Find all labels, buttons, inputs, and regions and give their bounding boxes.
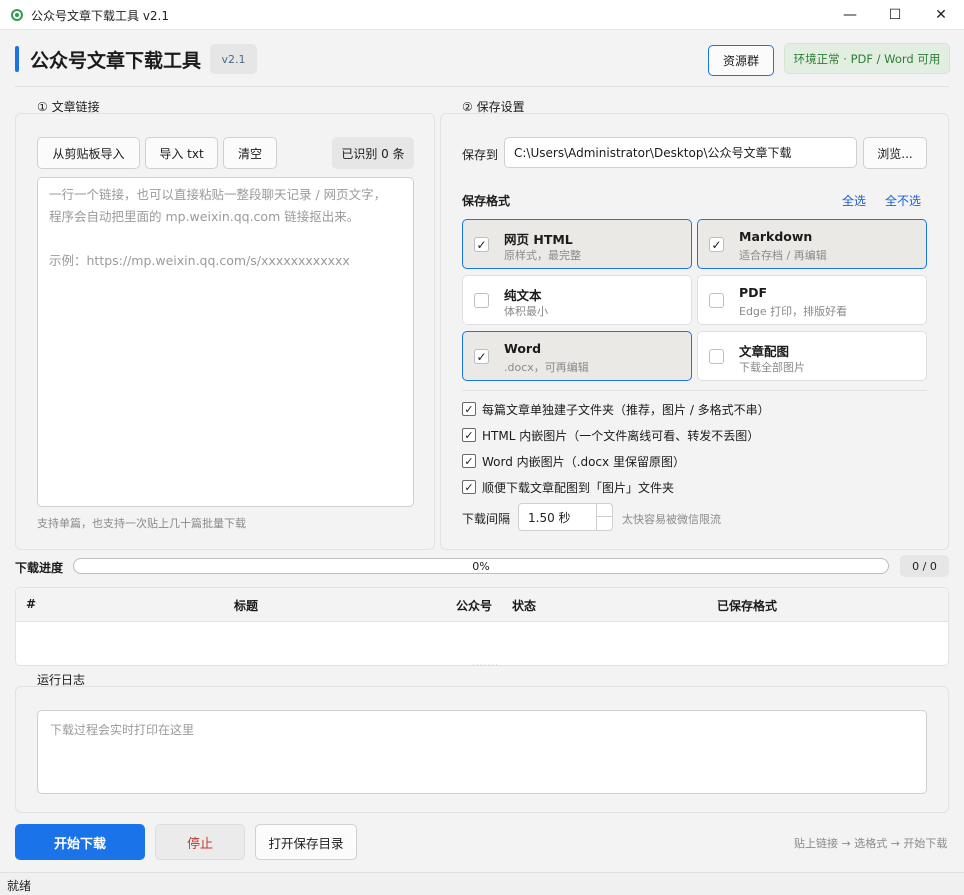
format-checkbox[interactable]: ✓ [474, 237, 489, 252]
interval-hint: 太快容易被微信限流 [622, 513, 721, 526]
format-name: 网页 HTML [504, 232, 573, 247]
page-title: 公众号文章下载工具 [30, 50, 202, 72]
title-accent-bar [15, 46, 19, 72]
spin-up-arrow[interactable] [597, 504, 612, 517]
format-checkbox[interactable] [709, 349, 724, 364]
format-name: Word [504, 341, 542, 356]
links-hint: 支持单篇，也支持一次贴上几十篇批量下载 [37, 517, 246, 530]
interval-spinbox[interactable]: 1.50 秒 [518, 503, 613, 531]
option-checkbox[interactable]: ✓ [462, 454, 476, 468]
minimize-button[interactable]: — [827, 0, 873, 30]
format-desc: 体积最小 [504, 305, 548, 318]
progress-percent: 0% [472, 559, 490, 573]
format-card-word[interactable]: ✓ Word .docx，可再编辑 [462, 331, 692, 381]
format-desc: 适合存档 / 再编辑 [739, 249, 827, 262]
option-label: 顺便下载文章配图到「图片」文件夹 [482, 480, 675, 495]
progress-count: 0 / 0 [900, 555, 949, 577]
browse-button[interactable]: 浏览... [863, 137, 927, 169]
option-word-embed[interactable]: ✓ Word 内嵌图片（.docx 里保留原图） [462, 453, 685, 469]
stop-button[interactable]: 停止 [155, 824, 245, 860]
option-label: Word 内嵌图片（.docx 里保留原图） [482, 454, 685, 469]
option-subfolder[interactable]: ✓ 每篇文章单独建子文件夹（推荐，图片 / 多格式不串） [462, 401, 770, 417]
app-logo-icon [11, 9, 23, 21]
column-header-title[interactable]: 标题 [234, 597, 258, 614]
select-none-link[interactable]: 全不选 [885, 192, 921, 209]
format-card-html[interactable]: ✓ 网页 HTML 原样式，最完整 [462, 219, 692, 269]
progress-label: 下载进度 [15, 561, 64, 575]
env-status-badge: 环境正常 · PDF / Word 可用 [784, 43, 950, 74]
format-desc: 下载全部图片 [739, 361, 805, 374]
column-header-account[interactable]: 公众号 [456, 597, 492, 614]
flow-hint: 贴上链接 → 选格式 → 开始下载 [794, 837, 948, 850]
option-checkbox[interactable]: ✓ [462, 428, 476, 442]
option-label: 每篇文章单独建子文件夹（推荐，图片 / 多格式不串） [482, 402, 770, 417]
format-name: 文章配图 [739, 344, 790, 359]
format-name: PDF [739, 285, 768, 300]
format-card-pdf[interactable]: PDF Edge 打印，排版好看 [697, 275, 927, 325]
format-checkbox[interactable] [709, 293, 724, 308]
links-textarea[interactable]: 一行一个链接，也可以直接粘贴一整段聊天记录 / 网页文字， 程序会自动把里面的 … [37, 177, 414, 507]
maximize-button[interactable]: ☐ [872, 0, 918, 30]
header-divider [15, 86, 949, 87]
format-card-text[interactable]: 纯文本 体积最小 [462, 275, 692, 325]
save-to-label: 保存到 [462, 148, 499, 162]
format-name: Markdown [739, 229, 813, 244]
table-resize-handle[interactable]: ······· [472, 661, 499, 671]
format-name: 纯文本 [504, 288, 542, 303]
column-header-index[interactable]: # [26, 597, 36, 611]
option-download-images[interactable]: ✓ 顺便下载文章配图到「图片」文件夹 [462, 479, 674, 495]
clear-button[interactable]: 清空 [223, 137, 277, 169]
open-save-dir-button[interactable]: 打开保存目录 [255, 824, 357, 860]
format-checkbox[interactable]: ✓ [709, 237, 724, 252]
option-checkbox[interactable]: ✓ [462, 402, 476, 416]
formats-label: 保存格式 [462, 194, 511, 208]
log-textarea[interactable]: 下载过程会实时打印在这里 [37, 710, 927, 794]
paste-import-button[interactable]: 从剪贴板导入 [37, 137, 140, 169]
option-checkbox[interactable]: ✓ [462, 480, 476, 494]
option-label: HTML 内嵌图片（一个文件离线可看、转发不丢图） [482, 428, 760, 443]
format-card-images[interactable]: 文章配图 下载全部图片 [697, 331, 927, 381]
window-title: 公众号文章下载工具 v2.1 [31, 9, 170, 23]
articles-table[interactable]: # 标题 公众号 状态 已保存格式 [15, 587, 949, 666]
version-badge: v2.1 [210, 44, 257, 74]
import-txt-button[interactable]: 导入 txt [145, 137, 218, 169]
format-checkbox[interactable]: ✓ [474, 349, 489, 364]
format-desc: .docx，可再编辑 [504, 361, 589, 374]
format-desc: 原样式，最完整 [504, 249, 581, 262]
table-header: # 标题 公众号 状态 已保存格式 [16, 588, 948, 622]
format-desc: Edge 打印，排版好看 [739, 305, 848, 318]
status-text: 就绪 [7, 879, 32, 893]
save-path-input[interactable]: C:\Users\Administrator\Desktop\公众号文章下载 [504, 137, 857, 168]
interval-label: 下载间隔 [462, 512, 511, 526]
status-bar: 就绪 [0, 872, 964, 895]
resource-group-button[interactable]: 资源群 [708, 45, 774, 76]
start-download-button[interactable]: 开始下载 [15, 824, 145, 860]
format-checkbox[interactable] [474, 293, 489, 308]
options-divider [462, 390, 927, 391]
format-card-markdown[interactable]: ✓ Markdown 适合存档 / 再编辑 [697, 219, 927, 269]
recognized-count-badge: 已识别 0 条 [332, 137, 414, 169]
progress-bar: 0% [73, 558, 889, 574]
column-header-formats[interactable]: 已保存格式 [717, 597, 777, 614]
option-html-embed[interactable]: ✓ HTML 内嵌图片（一个文件离线可看、转发不丢图） [462, 427, 759, 443]
select-all-link[interactable]: 全选 [842, 192, 866, 209]
interval-value: 1.50 秒 [528, 510, 571, 525]
column-header-status[interactable]: 状态 [512, 597, 536, 614]
spin-arrows[interactable] [596, 504, 612, 530]
close-button[interactable]: ✕ [918, 0, 964, 30]
window-titlebar: 公众号文章下载工具 v2.1 — ☐ ✕ [0, 0, 964, 30]
